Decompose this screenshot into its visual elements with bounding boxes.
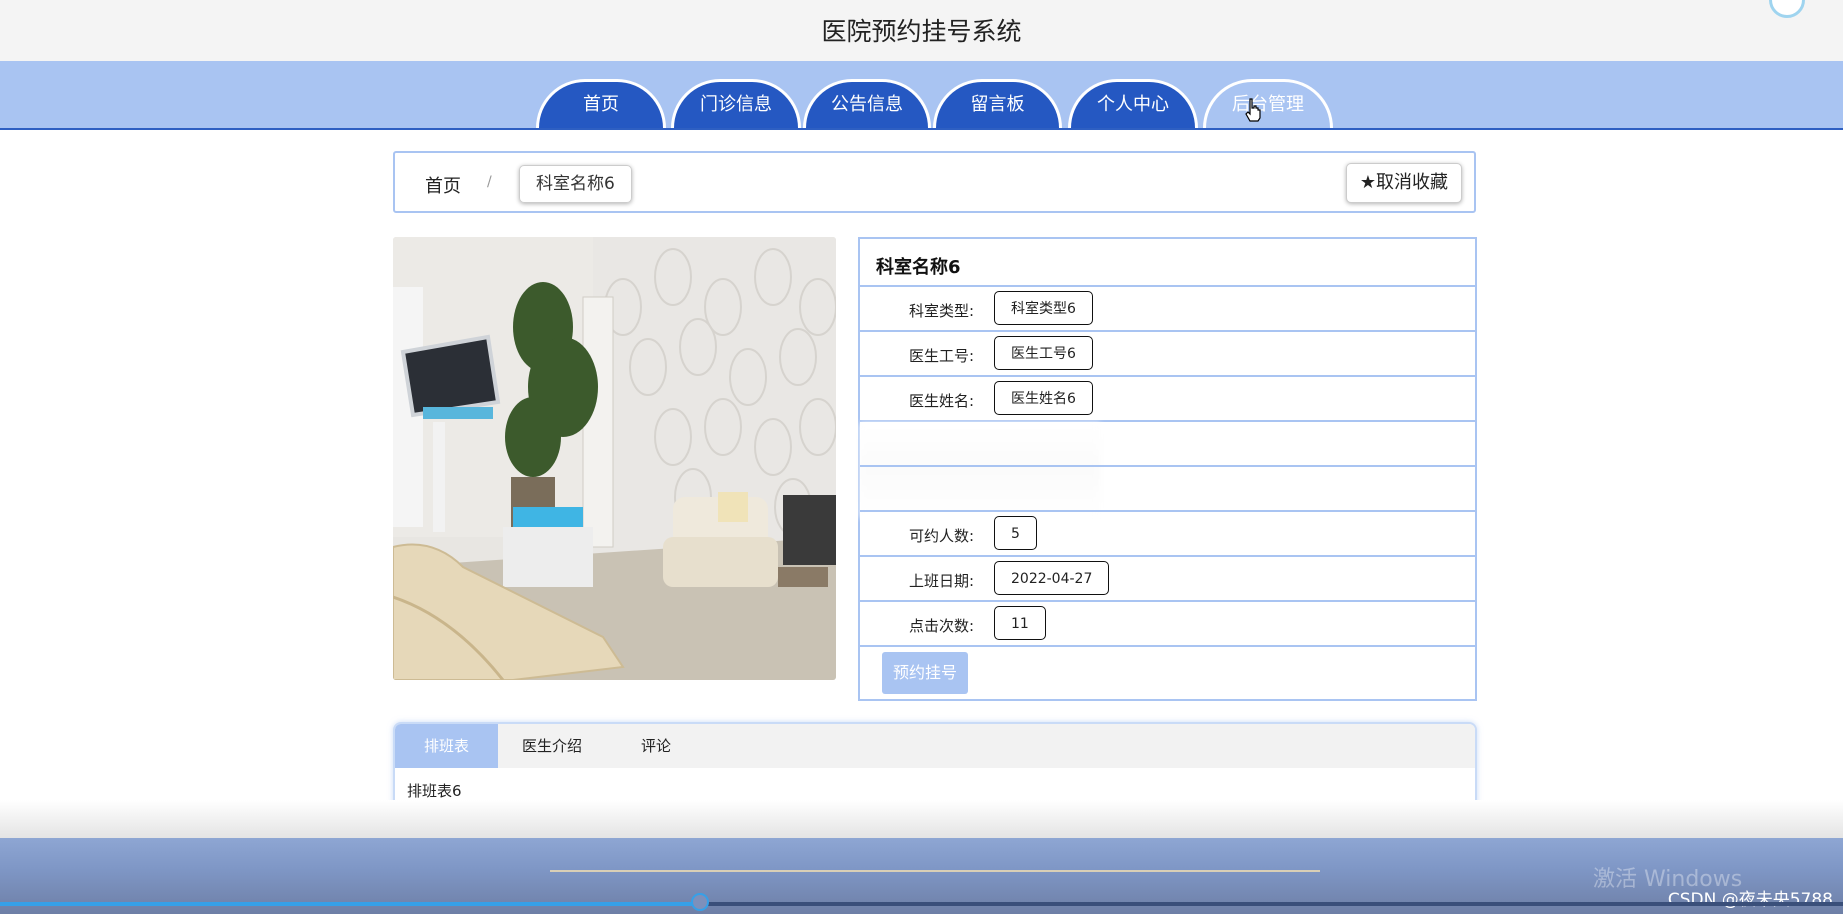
row-divider <box>860 600 1475 602</box>
nav-tab-message-board[interactable]: 留言板 <box>933 79 1062 128</box>
field-label-capacity: 可约人数: <box>908 527 974 545</box>
row-divider <box>860 465 1475 467</box>
book-appointment-button[interactable]: 预约挂号 <box>882 652 968 694</box>
info-tabs-panel: 排班表 医生介绍 评论 排班表6 <box>393 722 1477 810</box>
progress-fill <box>0 902 700 906</box>
department-detail-card: 科室名称6 科室类型: 科室类型6 医生工号: 医生工号6 医生姓名: 医生姓名… <box>858 237 1477 701</box>
star-icon: ★ <box>1359 172 1376 193</box>
page-footer-fade <box>0 800 1843 838</box>
field-value-doctor-name: 医生姓名6 <box>994 381 1093 415</box>
row-divider <box>860 420 1475 422</box>
tab-schedule[interactable]: 排班表 <box>395 724 498 768</box>
tabs-bar: 排班表 医生介绍 评论 <box>395 724 1475 768</box>
row-divider <box>860 375 1475 377</box>
site-header: 医院预约挂号系统 <box>0 0 1843 62</box>
field-value-capacity: 5 <box>994 516 1037 550</box>
row-divider <box>860 510 1475 512</box>
field-label-dept-type: 科室类型: <box>908 302 974 320</box>
player-divider <box>550 870 1320 872</box>
field-label-doctor-id: 医生工号: <box>908 347 974 365</box>
breadcrumb-separator: / <box>487 174 492 190</box>
department-title: 科室名称6 <box>876 257 961 278</box>
department-photo <box>393 237 836 680</box>
nav-tab-personal-center[interactable]: 个人中心 <box>1068 79 1198 128</box>
csdn-credit: CSDN @夜未央5788 <box>1667 890 1833 910</box>
tab-content: 排班表6 <box>407 782 462 800</box>
field-value-dept-type: 科室类型6 <box>994 291 1093 325</box>
breadcrumb: 首页 / 科室名称6 ★取消收藏 <box>393 151 1476 213</box>
field-value-doctor-id: 医生工号6 <box>994 336 1093 370</box>
row-divider <box>860 555 1475 557</box>
unfavorite-button[interactable]: ★取消收藏 <box>1345 163 1462 203</box>
blurred-region <box>860 423 1100 518</box>
field-label-doctor-name: 医生姓名: <box>908 392 974 410</box>
field-label-work-date: 上班日期: <box>908 572 974 590</box>
nav-tab-admin[interactable]: 后台管理 <box>1203 79 1333 128</box>
nav-tab-announcements[interactable]: 公告信息 <box>803 79 931 128</box>
main-nav: 首页 门诊信息 公告信息 留言板 个人中心 后台管理 <box>0 61 1843 130</box>
nav-tab-home[interactable]: 首页 <box>536 79 666 128</box>
nav-tab-clinic-info[interactable]: 门诊信息 <box>671 79 801 128</box>
tab-doctor-intro[interactable]: 医生介绍 <box>498 724 606 768</box>
unfavorite-label: 取消收藏 <box>1376 172 1448 193</box>
breadcrumb-home-link[interactable]: 首页 <box>425 172 461 198</box>
field-value-clicks: 11 <box>994 606 1046 640</box>
row-divider <box>860 285 1475 287</box>
progress-knob[interactable] <box>691 893 709 911</box>
video-player-bar: 激活 Windows CSDN @夜未央5788 <box>0 838 1843 914</box>
row-divider <box>860 330 1475 332</box>
hand-cursor-icon <box>1245 98 1261 122</box>
site-title: 医院预约挂号系统 <box>821 17 1022 46</box>
field-value-work-date: 2022-04-27 <box>994 561 1110 595</box>
tab-comments[interactable]: 评论 <box>606 724 706 768</box>
field-label-clicks: 点击次数: <box>908 617 974 635</box>
row-divider <box>860 645 1475 647</box>
breadcrumb-current: 科室名称6 <box>519 165 632 203</box>
